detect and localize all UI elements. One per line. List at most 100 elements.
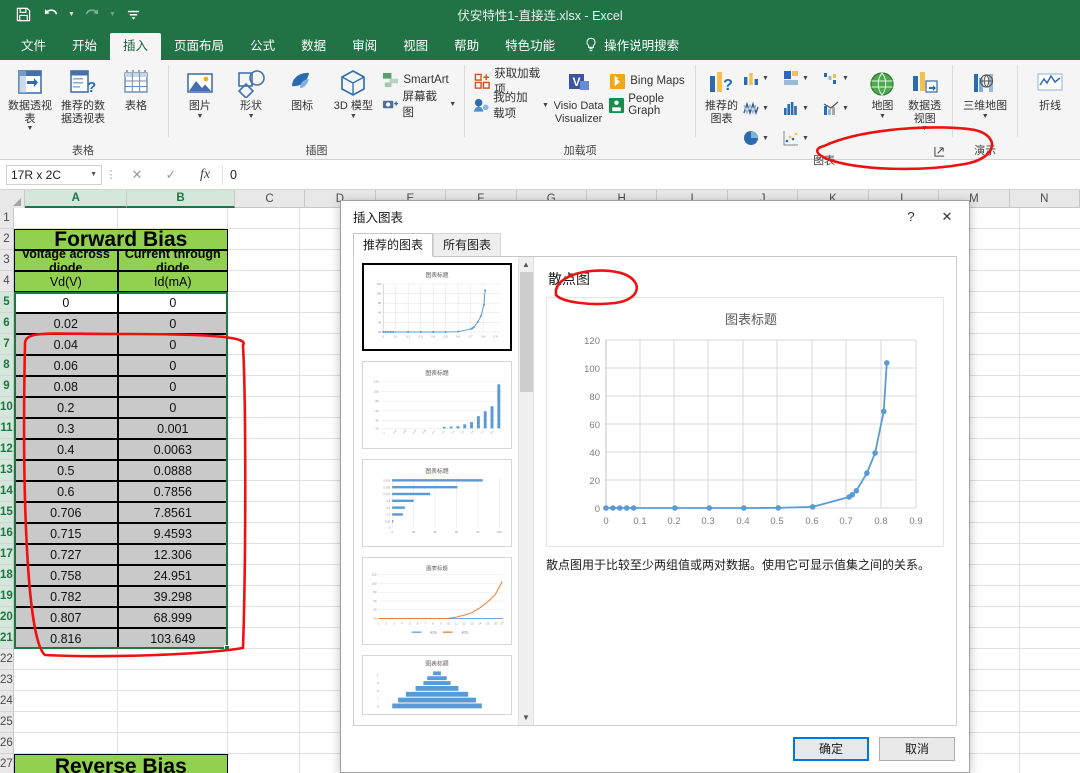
cell-vd-r14[interactable]: 0.6 <box>13 481 118 502</box>
cell-empty[interactable] <box>1019 250 1080 271</box>
cell-empty[interactable] <box>227 418 300 439</box>
cell-empty[interactable] <box>1019 313 1080 334</box>
cell-empty[interactable] <box>1019 712 1080 733</box>
tab-features[interactable]: 特色功能 <box>492 33 568 60</box>
chevron-down-icon[interactable]: ▼ <box>879 113 886 120</box>
cell-empty[interactable] <box>1019 460 1080 481</box>
chevron-down-icon[interactable]: ▼ <box>449 101 456 108</box>
cell-id-r10[interactable]: 0 <box>117 397 228 418</box>
cell-empty[interactable] <box>227 691 300 712</box>
cell-empty[interactable] <box>13 733 118 754</box>
scrollbar-thumb[interactable] <box>519 271 533 392</box>
chevron-down-icon[interactable]: ▼ <box>762 105 769 112</box>
scatter-chart-button[interactable]: ▼ <box>782 129 822 147</box>
table-button[interactable]: 表格 <box>110 63 162 116</box>
cell-vd-r9[interactable]: 0.08 <box>13 376 118 397</box>
cell-empty[interactable] <box>227 649 300 670</box>
cell-vd-r15[interactable]: 0.706 <box>13 502 118 523</box>
undo-dropdown-icon[interactable]: ▼ <box>66 11 77 18</box>
row-header-9[interactable]: 9 <box>0 376 13 397</box>
cell-empty[interactable] <box>227 607 300 628</box>
cell-id-r6[interactable]: 0 <box>117 313 228 334</box>
cell-vd-r10[interactable]: 0.2 <box>13 397 118 418</box>
recommended-charts-button[interactable]: ? 推荐的图表 <box>702 63 741 128</box>
cell-empty[interactable] <box>1019 355 1080 376</box>
row-header-10[interactable]: 10 <box>0 397 13 418</box>
cell-id-r9[interactable]: 0 <box>117 376 228 397</box>
cell-empty[interactable] <box>227 334 300 355</box>
chart-thumbnail-scatter[interactable]: 图表标题 120 100 80 60 40 20 0 0.1 0.2 0.3 0… <box>362 262 512 351</box>
thumbnail-scrollbar[interactable]: ▲ ▼ <box>518 256 534 725</box>
cell-id-r14[interactable]: 0.7856 <box>117 481 228 502</box>
cell-empty[interactable] <box>227 208 300 229</box>
row-header-1[interactable]: 1 <box>0 208 13 229</box>
cell-header-current[interactable]: Current through diode <box>117 250 228 271</box>
cell-unit-id[interactable]: Id(mA) <box>117 271 228 292</box>
row-header-2[interactable]: 2 <box>0 229 13 250</box>
tab-page-layout[interactable]: 页面布局 <box>161 33 237 60</box>
cell-vd-r7[interactable]: 0.04 <box>13 334 118 355</box>
insert-function-button[interactable]: fx <box>188 167 222 183</box>
cell-empty[interactable] <box>1019 649 1080 670</box>
column-header-n[interactable]: N <box>1010 190 1080 208</box>
cell-empty[interactable] <box>117 733 228 754</box>
confirm-entry-button[interactable]: ✓ <box>154 167 188 183</box>
combo-chart-button[interactable]: ▼ <box>822 99 862 117</box>
tab-help[interactable]: 帮助 <box>441 33 492 60</box>
ok-button[interactable]: 确定 <box>793 736 869 761</box>
tab-formulas[interactable]: 公式 <box>237 33 288 60</box>
recommended-pivot-table-button[interactable]: ? 推荐的数据透视表 <box>57 63 109 128</box>
row-header-20[interactable]: 20 <box>0 607 13 628</box>
cell-unit-vd[interactable]: Vd(V) <box>13 271 118 292</box>
cell-empty[interactable] <box>1019 376 1080 397</box>
chevron-down-icon[interactable]: ▼ <box>90 171 97 178</box>
cell-empty[interactable] <box>1019 628 1080 649</box>
cell-vd-r11[interactable]: 0.3 <box>13 418 118 439</box>
cell-empty[interactable] <box>227 481 300 502</box>
chevron-down-icon[interactable]: ▼ <box>248 113 255 120</box>
column-chart-button[interactable]: ▼ <box>742 69 782 87</box>
cell-empty[interactable] <box>117 649 228 670</box>
cell-vd-r17[interactable]: 0.727 <box>13 544 118 565</box>
redo-icon[interactable] <box>79 3 105 25</box>
cell-empty[interactable] <box>227 292 300 313</box>
customize-qat-icon[interactable] <box>120 3 146 25</box>
tab-review[interactable]: 审阅 <box>339 33 390 60</box>
scroll-up-icon[interactable]: ▲ <box>519 257 534 272</box>
cell-empty[interactable] <box>227 376 300 397</box>
tab-view[interactable]: 视图 <box>390 33 441 60</box>
row-header-25[interactable]: 25 <box>0 712 13 733</box>
row-header-21[interactable]: 21 <box>0 628 13 649</box>
cell-empty[interactable] <box>1019 670 1080 691</box>
visio-data-visualizer-button[interactable]: V Visio Data Visualizer <box>552 63 605 128</box>
chevron-down-icon[interactable]: ▼ <box>842 105 849 112</box>
chart-thumbnail-bar[interactable]: 图表标题 0.816 0.782 0.727 0.6 0.4 0.2 0.06 0 <box>362 458 512 547</box>
row-header-3[interactable]: 3 <box>0 250 13 271</box>
cell-empty[interactable] <box>1019 208 1080 229</box>
cell-empty[interactable] <box>227 397 300 418</box>
sparkline-line-button[interactable]: 折线 <box>1024 63 1076 116</box>
cell-id-r15[interactable]: 7.8561 <box>117 502 228 523</box>
chart-thumbnail-column[interactable]: 图表标题 120 100 80 60 40 20 0 0.02 0.04 0.0… <box>362 360 512 449</box>
cell-empty[interactable] <box>117 691 228 712</box>
cell-empty[interactable] <box>227 586 300 607</box>
redo-dropdown-icon[interactable]: ▼ <box>107 11 118 18</box>
cell-empty[interactable] <box>117 712 228 733</box>
chevron-down-icon[interactable]: ▼ <box>802 75 809 82</box>
cell-empty[interactable] <box>13 691 118 712</box>
waterfall-chart-button[interactable]: ▼ <box>822 69 862 87</box>
statistic-chart-button[interactable]: ▼ <box>742 99 782 117</box>
cell-id-r11[interactable]: 0.001 <box>117 418 228 439</box>
cell-id-r21[interactable]: 103.649 <box>117 628 228 649</box>
cell-empty[interactable] <box>227 544 300 565</box>
cell-empty[interactable] <box>227 523 300 544</box>
tab-data[interactable]: 数据 <box>288 33 339 60</box>
cell-empty[interactable] <box>13 208 118 229</box>
pie-chart-button[interactable]: ▼ <box>742 129 782 147</box>
cell-empty[interactable] <box>117 670 228 691</box>
cell-empty[interactable] <box>1019 565 1080 586</box>
cell-empty[interactable] <box>227 733 300 754</box>
chevron-down-icon[interactable]: ▼ <box>27 125 34 132</box>
cell-id-r19[interactable]: 39.298 <box>117 586 228 607</box>
cell-empty[interactable] <box>227 439 300 460</box>
